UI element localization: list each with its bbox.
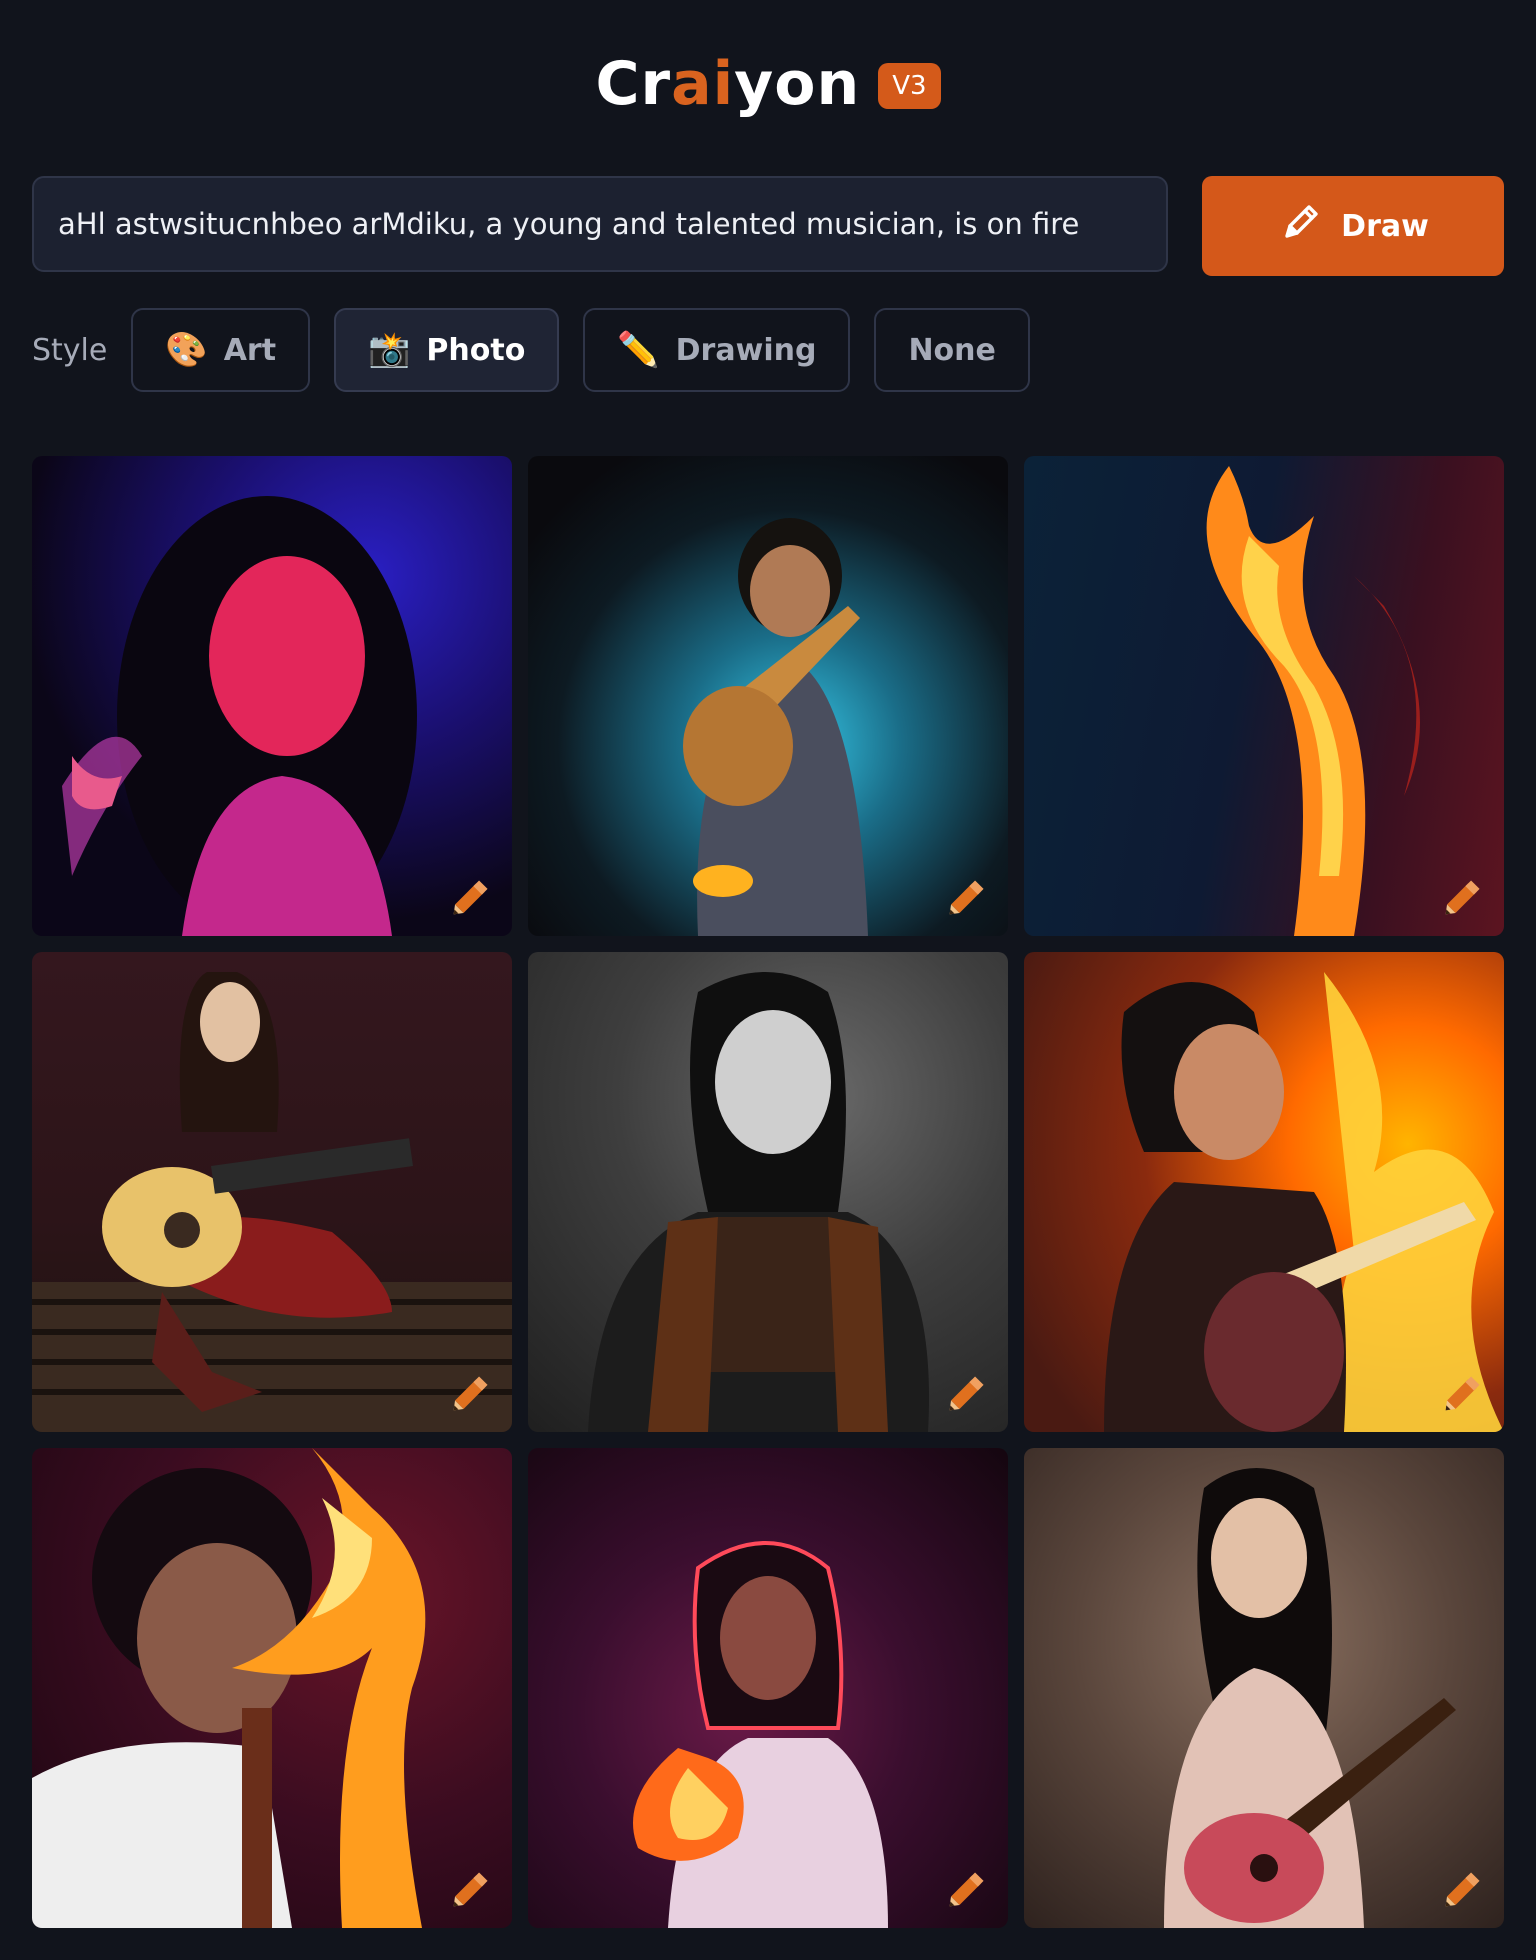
result-image[interactable] [32,1448,512,1928]
style-option-label: Art [223,332,277,368]
pencil-edit-icon[interactable] [446,870,498,922]
generated-image [633,1541,888,1928]
style-option-drawing[interactable]: ✏️ Drawing [583,308,851,392]
style-option-label: None [908,332,996,368]
result-image[interactable] [528,952,1008,1432]
result-image[interactable] [32,456,512,936]
logo-text-prefix: Cr [595,49,672,119]
style-option-label: Drawing [675,332,817,368]
generated-image [683,518,868,936]
palette-icon: 🎨 [165,330,208,370]
result-image[interactable] [528,1448,1008,1928]
style-option-label: Photo [426,332,526,368]
pencil-edit-icon[interactable] [942,870,994,922]
generated-image [1104,972,1504,1432]
generated-image [1206,466,1420,936]
pencil-edit-icon[interactable] [1438,1366,1490,1418]
pencil-icon [1277,198,1325,254]
results-grid [32,456,1504,1928]
style-option-none[interactable]: None [874,308,1030,392]
pencil-edit-icon[interactable] [446,1366,498,1418]
prompt-input[interactable] [32,176,1168,272]
draw-button[interactable]: Draw [1202,176,1504,276]
style-label: Style [32,332,108,368]
logo-text-accent: ai [671,49,735,119]
pencil-emoji-icon: ✏️ [617,330,660,370]
pencil-edit-icon[interactable] [942,1862,994,1914]
app-header: Craiyon V3 [0,44,1536,124]
result-image[interactable] [528,456,1008,936]
result-image[interactable] [1024,952,1504,1432]
camera-flash-icon: 📸 [368,330,411,370]
result-image[interactable] [32,952,512,1432]
generated-image [1164,1468,1456,1928]
generated-image [32,1448,426,1928]
generated-image [588,972,929,1432]
pencil-edit-icon[interactable] [942,1366,994,1418]
result-image[interactable] [1024,456,1504,936]
pencil-edit-icon[interactable] [1438,870,1490,922]
draw-button-label: Draw [1341,208,1429,244]
generated-image [62,496,417,936]
style-option-art[interactable]: 🎨 Art [131,308,311,392]
result-image[interactable] [1024,1448,1504,1928]
generated-image [32,972,512,1432]
craiyon-logo[interactable]: Craiyon [595,54,860,114]
version-badge: V3 [878,63,941,109]
style-option-photo[interactable]: 📸 Photo [334,308,560,392]
style-selector: Style 🎨 Art 📸 Photo ✏️ Drawing None [32,308,1030,392]
prompt-row: Draw [32,176,1504,276]
pencil-edit-icon[interactable] [446,1862,498,1914]
pencil-edit-icon[interactable] [1438,1862,1490,1914]
logo-text-suffix: yon [734,49,861,119]
